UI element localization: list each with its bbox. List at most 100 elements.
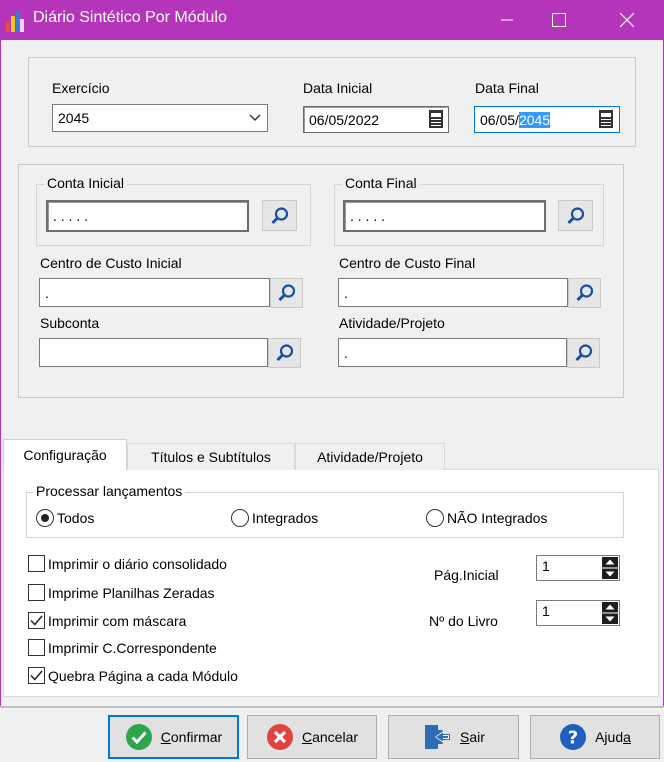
radio-todos-indicator [36,509,54,527]
cancelar-button[interactable]: Cancelar [247,715,377,759]
title-bar[interactable]: Diário Sintético Por Módulo [0,0,664,40]
search-icon [277,284,295,302]
subconta-input[interactable] [39,338,268,367]
spinner-arrows-icon[interactable] [601,556,619,580]
checkbox-indicator [28,639,45,656]
data-final-prefix: 06/05/ [480,111,519,128]
cc-inicial-value: . [45,284,49,301]
conta-final-value: . . . . . [350,208,386,224]
conta-final-label: Conta Final [342,175,420,191]
num-livro-label: Nº do Livro [429,613,498,629]
radio-nao-integrados-indicator [426,509,444,527]
cc-final-value: . [344,284,348,301]
minimize-button[interactable] [484,0,530,40]
check-correspondente[interactable]: Imprimir C.Correspondente [28,639,217,656]
atividade-label: Atividade/Projeto [339,315,445,331]
cc-final-label: Centro de Custo Final [339,255,476,271]
check-correspondente-label: Imprimir C.Correspondente [48,639,217,656]
exercicio-label: Exercício [52,80,110,96]
spinner-arrows-icon[interactable] [601,601,619,625]
data-final-label: Data Final [475,80,539,96]
conta-inicial-search-button[interactable] [262,200,297,231]
cc-final-search-button[interactable] [568,278,601,308]
atividade-input[interactable]: . [338,338,567,367]
check-quebra-pagina-label: Quebra Página a cada Módulo [48,667,238,684]
cancel-icon [266,723,294,751]
pag-inicial-label: Pág.Inicial [434,567,499,583]
up-down-arrows-icon [602,602,618,624]
check-com-mascara[interactable]: Imprimir com máscara [28,612,186,629]
conta-final-search-button[interactable] [558,200,593,231]
num-livro-spinner[interactable]: 1 [536,600,620,626]
cc-final-input[interactable]: . [338,278,568,307]
cancelar-label: Cancelar [301,729,359,745]
subconta-label: Subconta [40,315,100,331]
radio-todos[interactable]: Todos [36,509,94,527]
check-diario-consolidado[interactable]: Imprimir o diário consolidado [28,555,227,572]
check-planilhas-zeradas-label: Imprime Planilhas Zeradas [48,584,215,601]
data-inicial-calendar-button[interactable] [426,108,446,130]
conta-inicial-input[interactable]: . . . . . [46,200,249,232]
app-icon [6,10,24,32]
check-quebra-pagina[interactable]: Quebra Página a cada Módulo [28,667,238,684]
subconta-search-button[interactable] [268,338,301,368]
cc-inicial-label: Centro de Custo Inicial [40,255,182,271]
search-icon [270,206,288,224]
num-livro-value: 1 [542,603,550,619]
pag-inicial-value: 1 [542,558,550,574]
exit-door-icon [422,722,452,752]
conta-final-input[interactable]: . . . . . [343,200,546,232]
ajuda-button[interactable]: ? Ajuda [530,715,660,759]
check-circle-icon [125,723,153,751]
window-title: Diário Sintético Por Módulo [33,9,227,26]
svg-text:?: ? [568,728,578,749]
cc-inicial-input[interactable]: . [39,278,270,307]
chevron-down-icon [249,114,261,122]
exercicio-value: 2045 [58,110,90,126]
confirmar-label: Confirmar [160,729,223,745]
data-final-calendar-button[interactable] [596,108,616,130]
atividade-search-button[interactable] [567,338,600,368]
exercicio-select[interactable]: 2045 [52,104,268,132]
search-icon [574,344,592,362]
search-icon [566,206,584,224]
pag-inicial-spinner[interactable]: 1 [536,555,620,581]
period-panel [28,57,636,147]
maximize-icon [552,13,566,27]
check-planilhas-zeradas[interactable]: Imprime Planilhas Zeradas [28,584,215,601]
cc-inicial-search-button[interactable] [270,278,303,308]
radio-nao-integrados[interactable]: NÃO Integrados [426,509,547,527]
checkbox-indicator [28,667,45,684]
help-icon: ? [559,723,587,751]
calendar-icon [429,110,443,128]
checkbox-indicator [28,555,45,572]
confirmar-button[interactable]: Confirmar [108,715,239,759]
search-icon [275,344,293,362]
checkmark-icon [30,670,43,681]
processar-label: Processar lançamentos [33,483,186,499]
conta-inicial-label: Conta Inicial [44,175,128,191]
conta-inicial-value: . . . . . [53,208,89,224]
radio-todos-label: Todos [57,510,95,526]
tab-configuracao[interactable]: Configuração [3,439,127,470]
radio-nao-integrados-label: NÃO Integrados [447,510,548,526]
data-final-selected: 2045 [518,111,551,128]
maximize-button[interactable] [536,0,582,40]
checkbox-indicator [28,612,45,629]
sair-button[interactable]: Sair [388,715,519,759]
radio-integrados[interactable]: Integrados [231,509,318,527]
atividade-value: . [344,344,348,361]
check-diario-consolidado-label: Imprimir o diário consolidado [48,555,227,572]
up-down-arrows-icon [602,557,618,579]
calendar-icon [599,110,613,128]
checkmark-icon [30,615,43,626]
minimize-icon [501,19,513,21]
data-inicial-value: 06/05/2022 [309,111,380,128]
sair-label: Sair [460,729,485,745]
close-button[interactable] [604,0,650,40]
tab-titulos-subtitulos[interactable]: Títulos e Subtítulos [127,443,295,470]
tab-atividade-projeto[interactable]: Atividade/Projeto [295,443,445,470]
close-icon [620,13,634,27]
radio-integrados-indicator [231,509,249,527]
checkbox-indicator [28,584,45,601]
